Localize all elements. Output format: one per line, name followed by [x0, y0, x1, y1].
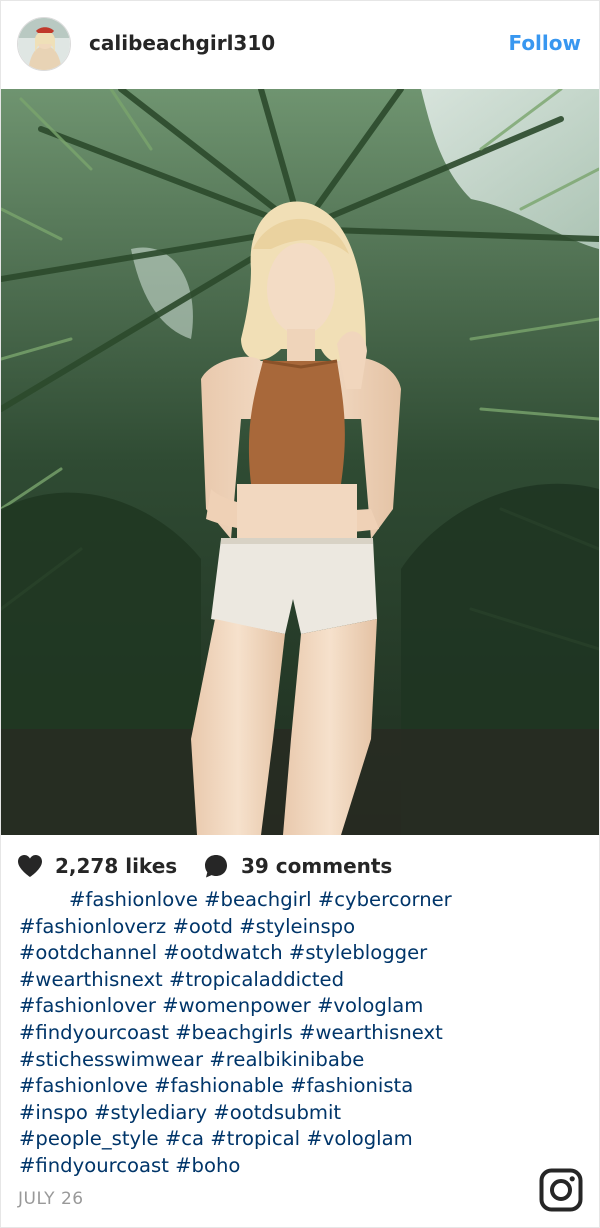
instagram-logo-icon[interactable]	[539, 1168, 583, 1212]
caption-line[interactable]: #stichesswimwear #realbikinibabe	[19, 1047, 587, 1074]
username[interactable]: calibeachgirl310	[89, 31, 275, 55]
caption-line[interactable]: #ootdchannel #ootdwatch #styleblogger	[19, 940, 587, 967]
comments-label: 39 comments	[241, 854, 393, 878]
caption-line[interactable]: #fashionlove #fashionable #fashionista	[19, 1073, 587, 1100]
caption-line[interactable]: #wearthisnext #tropicaladdicted	[19, 967, 587, 994]
heart-icon	[18, 855, 42, 877]
avatar[interactable]	[17, 17, 71, 71]
caption-line[interactable]: #fashionloverz #ootd #styleinspo	[19, 914, 587, 941]
comments-count[interactable]: 39 comments	[203, 851, 392, 881]
caption-line[interactable]: #findyourcoast #beachgirls #wearthisnext	[19, 1020, 587, 1047]
avatar-image	[18, 18, 70, 70]
caption-line[interactable]: #inspo #stylediary #ootdsubmit	[19, 1100, 587, 1127]
likes-label: 2,278 likes	[55, 854, 178, 878]
caption-line[interactable]: #fashionlover #womenpower #vologlam	[19, 993, 587, 1020]
post-caption: #fashionlove #beachgirl #cybercorner #fa…	[19, 887, 587, 1180]
hashtag-text[interactable]: #fashionlove #beachgirl #cybercorner	[69, 888, 452, 911]
caption-line[interactable]: #fashionlove #beachgirl #cybercorner	[19, 887, 587, 914]
caption-line[interactable]: #people_style #ca #tropical #vologlam	[19, 1126, 587, 1153]
instagram-glyph	[539, 1168, 583, 1212]
post-photo[interactable]	[1, 89, 599, 835]
post-date: JULY 26	[18, 1189, 84, 1209]
post-photo-image	[1, 89, 599, 835]
follow-button[interactable]: Follow	[508, 31, 581, 55]
caption-line[interactable]: #findyourcoast #boho	[19, 1153, 587, 1180]
comment-bubble-icon	[205, 855, 227, 878]
post-header: calibeachgirl310 Follow	[1, 1, 599, 89]
likes-count[interactable]: 2,278 likes	[17, 851, 177, 881]
instagram-post: calibeachgirl310 Follow 2,278 likes 39 c…	[0, 0, 600, 1228]
post-stats: 2,278 likes 39 comments	[17, 851, 587, 881]
